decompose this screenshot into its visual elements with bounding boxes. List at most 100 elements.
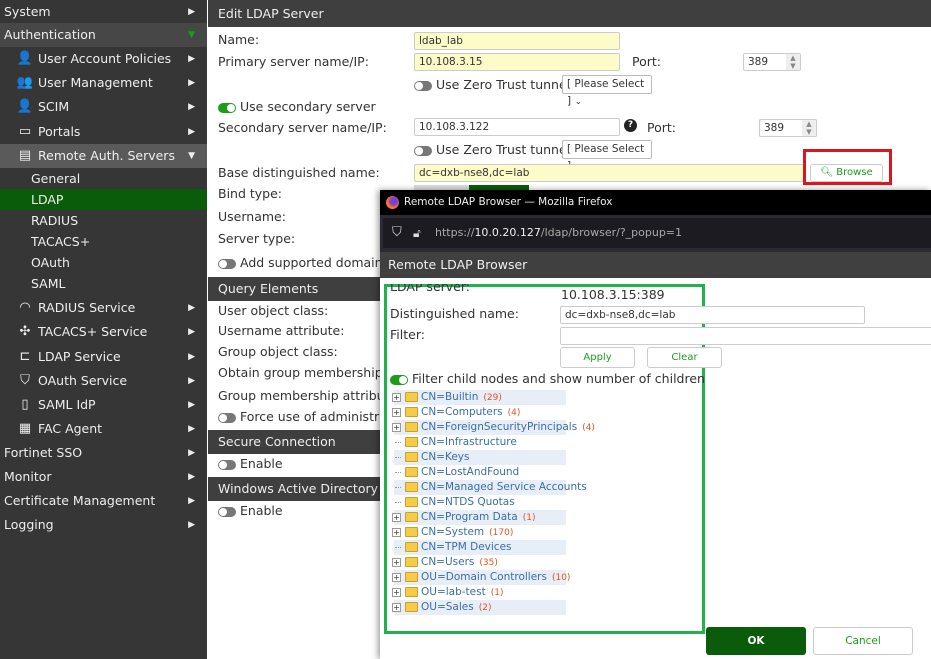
toggle-switch[interactable] (218, 459, 236, 470)
wad-enable-toggle[interactable]: Enable (218, 503, 283, 518)
url-bar[interactable]: ⛉ 🔓︎ https://10.0.20.127/ldap/browser/?_… (383, 218, 931, 248)
clear-button[interactable]: Clear (647, 347, 722, 368)
zero-trust-select[interactable]: [ Please Select ] ⌄ (562, 75, 652, 107)
tree-node-label[interactable]: CN=Keys (421, 450, 470, 465)
primary-server-input[interactable]: 10.108.3.15 (414, 53, 620, 71)
tree-node[interactable]: + OU=Sales (2) (392, 600, 566, 616)
child-count-badge: (35) (479, 558, 498, 568)
sidebar-item-saml[interactable]: SAML (0, 273, 207, 294)
base-dn-input[interactable]: dc=dxb-nse8,dc=lab (414, 164, 804, 182)
sidebar-item-monitor[interactable]: Monitor ▶ (0, 465, 207, 489)
tree-node[interactable]: + CN=Computers (4) (392, 405, 566, 421)
filter-children-toggle[interactable]: Filter child nodes and show number of ch… (390, 371, 705, 386)
tree-node-label[interactable]: CN=Computers (4) (421, 405, 520, 421)
toggle-switch[interactable] (218, 412, 236, 423)
sidebar-item-tacacs[interactable]: TACACS+ (0, 231, 207, 252)
zero-trust2-select[interactable]: [ Please Select ] ⌄ (562, 140, 652, 172)
sidebar-item-certificate-management[interactable]: Certificate Management ▶ (0, 489, 207, 513)
expand-icon[interactable]: + (392, 528, 401, 537)
sidebar-item-user-management[interactable]: 👥 User Management ▶ (0, 71, 207, 95)
sidebar-item-scim[interactable]: 👤 SCIM ▶ (0, 95, 207, 119)
sidebar-item-general[interactable]: General (0, 168, 207, 189)
expand-icon[interactable]: + (392, 573, 401, 582)
expand-icon[interactable]: + (392, 558, 401, 567)
tree-node-label[interactable]: CN=NTDS Quotas (421, 495, 515, 510)
tree-node-label[interactable]: CN=Managed Service Accounts (421, 480, 587, 495)
help-icon[interactable]: ? (624, 119, 637, 132)
shield-icon[interactable]: ⛉ (392, 218, 402, 248)
tree-node[interactable]: + CN=System (170) (392, 525, 566, 541)
sidebar-item-portals[interactable]: ▭ Portals ▶ (0, 120, 207, 144)
sidebar-item-ldap[interactable]: LDAP (0, 189, 207, 210)
expand-icon[interactable]: + (392, 408, 401, 417)
sidebar-item-radius[interactable]: RADIUS (0, 210, 207, 231)
stepper-arrows-icon[interactable]: ▲ ▼ (786, 54, 800, 70)
filter-input[interactable] (560, 327, 931, 345)
tree-node[interactable]: CN=LostAndFound (394, 465, 566, 480)
tree-node-label[interactable]: CN=ForeignSecurityPrincipals (4) (421, 420, 595, 436)
tree-node[interactable]: + CN=Users (35) (392, 555, 566, 571)
tree-node[interactable]: + OU=Domain Controllers (10) (392, 570, 570, 585)
toggle-switch[interactable] (390, 374, 408, 385)
sidebar-item-system[interactable]: System ▶ (0, 0, 207, 24)
zero-trust2-toggle[interactable]: Use Zero Trust tunnel (414, 142, 570, 157)
toggle-switch[interactable] (414, 80, 432, 91)
browse-button[interactable]: 🔍︎ Browse (810, 164, 883, 182)
tree-node-label[interactable]: CN=Builtin (29) (421, 390, 502, 406)
tree-node-label[interactable]: CN=LostAndFound (421, 465, 519, 480)
sidebar-item-fortinet-sso[interactable]: Fortinet SSO ▶ (0, 441, 207, 465)
toggle-switch[interactable] (414, 145, 432, 156)
tree-node[interactable]: + CN=Builtin (29) (392, 390, 566, 406)
expand-icon[interactable]: + (392, 513, 401, 522)
tree-node[interactable]: CN=NTDS Quotas (394, 495, 566, 510)
sidebar-item-user-account-policies[interactable]: 👤 User Account Policies ▶ (0, 47, 207, 71)
ok-button[interactable]: OK (706, 627, 806, 655)
expand-icon[interactable]: + (392, 588, 401, 597)
tree-node[interactable]: CN=Keys (394, 450, 566, 465)
dn-input[interactable]: dc=dxb-nse8,dc=lab (560, 306, 865, 324)
toggle-switch[interactable] (218, 258, 236, 269)
sidebar-item-authentication[interactable]: Authentication ▼ (0, 23, 207, 47)
tree-node-label[interactable]: CN=Infrastructure (421, 435, 517, 450)
tree-node-label[interactable]: CN=TPM Devices (421, 540, 512, 555)
tree-node[interactable]: CN=Infrastructure (394, 435, 566, 450)
tree-node-label[interactable]: CN=System (170) (421, 525, 513, 541)
tree-node[interactable]: + OU=lab-test (1) (392, 585, 566, 601)
sidebar-item-radius-service[interactable]: ◠ RADIUS Service ▶ (0, 296, 207, 320)
tree-node-label[interactable]: CN=Program Data (1) (421, 510, 535, 526)
force-admin-toggle[interactable]: Force use of administrator (218, 409, 404, 424)
sidebar-item-oauth-service[interactable]: ⛉ OAuth Service ▶ (0, 369, 207, 393)
expand-icon[interactable]: + (392, 423, 401, 432)
sidebar-item-tacacs-service[interactable]: ✣ TACACS+ Service ▶ (0, 320, 207, 344)
tree-node[interactable]: CN=TPM Devices (394, 540, 566, 555)
name-input[interactable]: ldab_lab (414, 32, 620, 50)
toggle-switch[interactable] (218, 102, 236, 113)
tree-node-label[interactable]: OU=Sales (2) (421, 600, 491, 616)
tree-node[interactable]: CN=Managed Service Accounts (394, 480, 587, 495)
secondary-server-input[interactable]: 10.108.3.122 (414, 118, 620, 136)
zero-trust-toggle[interactable]: Use Zero Trust tunnel (414, 77, 570, 92)
sidebar-item-remote-auth-servers[interactable]: ▤ Remote Auth. Servers ▼ (0, 144, 207, 168)
sidebar-item-saml-idp[interactable]: ▯ SAML IdP ▶ (0, 393, 207, 417)
tree-node[interactable]: + CN=Program Data (1) (392, 510, 566, 526)
lock-warning-icon[interactable]: 🔓︎ (413, 218, 421, 248)
tree-node-label[interactable]: OU=Domain Controllers (10) (421, 570, 570, 586)
tree-node[interactable]: + CN=ForeignSecurityPrincipals (4) (392, 420, 595, 435)
sidebar-item-ldap-service[interactable]: ⊏ LDAP Service ▶ (0, 345, 207, 369)
cancel-button[interactable]: Cancel (813, 627, 913, 655)
toggle-switch[interactable] (218, 506, 236, 517)
tree-node-label[interactable]: CN=Users (35) (421, 555, 498, 571)
apply-button[interactable]: Apply (560, 347, 635, 368)
sidebar-item-logging[interactable]: Logging ▶ (0, 513, 207, 537)
expand-icon[interactable]: + (392, 393, 401, 402)
expand-icon[interactable]: + (392, 603, 401, 612)
sidebar-item-oauth[interactable]: OAuth (0, 252, 207, 273)
tree-node-label[interactable]: OU=lab-test (1) (421, 585, 503, 601)
port-stepper[interactable]: 389 ▲ ▼ (743, 53, 801, 71)
secondary-server-toggle[interactable]: Use secondary server (218, 99, 376, 114)
secure-enable-toggle[interactable]: Enable (218, 456, 283, 471)
stepper-arrows-icon[interactable]: ▲ ▼ (802, 120, 816, 136)
add-domain-toggle[interactable]: Add supported domain na (218, 255, 402, 270)
port2-stepper[interactable]: 389 ▲ ▼ (759, 119, 817, 137)
sidebar-item-fac-agent[interactable]: ▦ FAC Agent ▶ (0, 417, 207, 441)
